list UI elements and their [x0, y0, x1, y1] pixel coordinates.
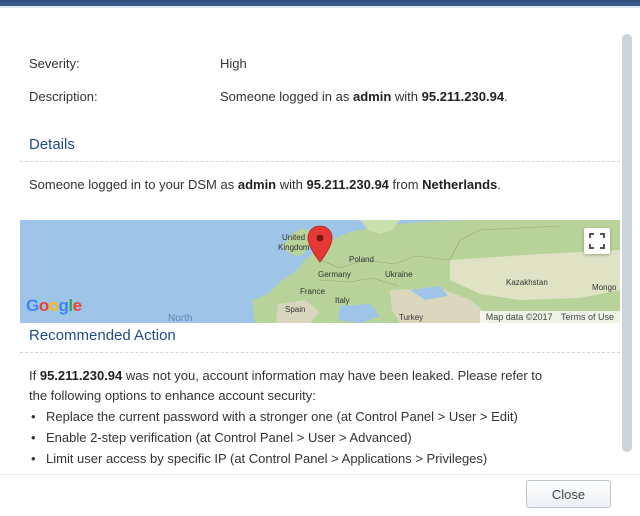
fullscreen-button[interactable]	[584, 228, 610, 254]
list-item: Limit user access by specific IP (at Con…	[29, 448, 619, 469]
description-user: admin	[352, 89, 392, 104]
recommended-ip: 95.211.230.94	[39, 368, 123, 383]
map-label-ukraine: Ukraine	[385, 270, 413, 279]
google-letter: g	[58, 296, 69, 315]
description-ip: 95.211.230.94	[421, 89, 505, 104]
description-value: Someone logged in as admin with 95.211.2…	[220, 88, 508, 106]
description-label: Description:	[29, 89, 98, 104]
description-prefix: Someone logged in as	[220, 89, 353, 104]
title-bar-shadow	[0, 6, 640, 8]
map-label-poland: Poland	[349, 255, 374, 264]
map-label-turkey: Turkey	[399, 313, 424, 322]
map-label-uk2: Kingdom	[278, 243, 310, 252]
google-letter: o	[48, 296, 59, 315]
recommended-line2: the following options to enhance account…	[29, 388, 316, 403]
recommended-section-title: Recommended Action	[20, 324, 620, 353]
details-ip: 95.211.230.94	[306, 177, 389, 192]
dialog-content: Severity: High Description: Someone logg…	[20, 26, 620, 474]
list-item: Replace the current password with a stro…	[29, 406, 619, 427]
close-button[interactable]: Close	[526, 480, 611, 508]
details-title-text: Details	[29, 136, 75, 153]
recommended-line1: If 95.211.230.94 was not you, account in…	[29, 366, 614, 386]
severity-value: High	[220, 56, 247, 71]
google-letter: e	[72, 296, 82, 315]
map-label-italy: Italy	[335, 296, 350, 305]
details-user: admin	[237, 177, 277, 192]
details-prefix: Someone logged in to your DSM as	[29, 177, 238, 192]
map-label-ocean: North	[168, 313, 193, 323]
details-text: Someone logged in to your DSM as admin w…	[29, 175, 614, 195]
map-label-germany: Germany	[318, 270, 351, 279]
terms-of-use-link[interactable]: Terms of Use	[561, 312, 614, 322]
map-label-kazakhstan: Kazakhstan	[506, 278, 548, 287]
map-attribution-bar: Map data ©2017 Terms of Use	[479, 311, 620, 323]
details-section-title: Details	[20, 133, 620, 162]
location-map[interactable]: United Kingdom Poland Germany Ukraine Fr…	[20, 220, 620, 323]
map-label-spain: Spain	[285, 305, 306, 314]
details-mid: with	[276, 177, 307, 192]
recommended-title-text: Recommended Action	[29, 327, 176, 344]
fullscreen-icon	[589, 233, 605, 249]
details-suffix: .	[497, 177, 501, 192]
description-suffix: .	[504, 89, 508, 104]
map-label-france: France	[300, 287, 325, 296]
map-attribution: Map data ©2017	[485, 312, 553, 322]
footer-divider	[0, 474, 640, 475]
security-options-list: Replace the current password with a stro…	[29, 406, 619, 469]
google-letter: o	[38, 296, 49, 315]
google-letter: G	[26, 296, 39, 315]
recommended-suffix: was not you, account information may hav…	[122, 368, 543, 383]
severity-label: Severity:	[29, 56, 80, 71]
details-mid2: from	[388, 177, 423, 192]
details-country: Netherlands	[422, 177, 498, 192]
google-logo[interactable]: Google	[26, 296, 82, 316]
map-label-uk1: United	[282, 233, 306, 242]
recommended-prefix: If	[29, 368, 40, 383]
vertical-scrollbar[interactable]	[622, 34, 632, 452]
list-item: Enable 2-step verification (at Control P…	[29, 427, 619, 448]
map-label-mongolia: Mongo	[592, 283, 617, 292]
description-mid: with	[391, 89, 422, 104]
